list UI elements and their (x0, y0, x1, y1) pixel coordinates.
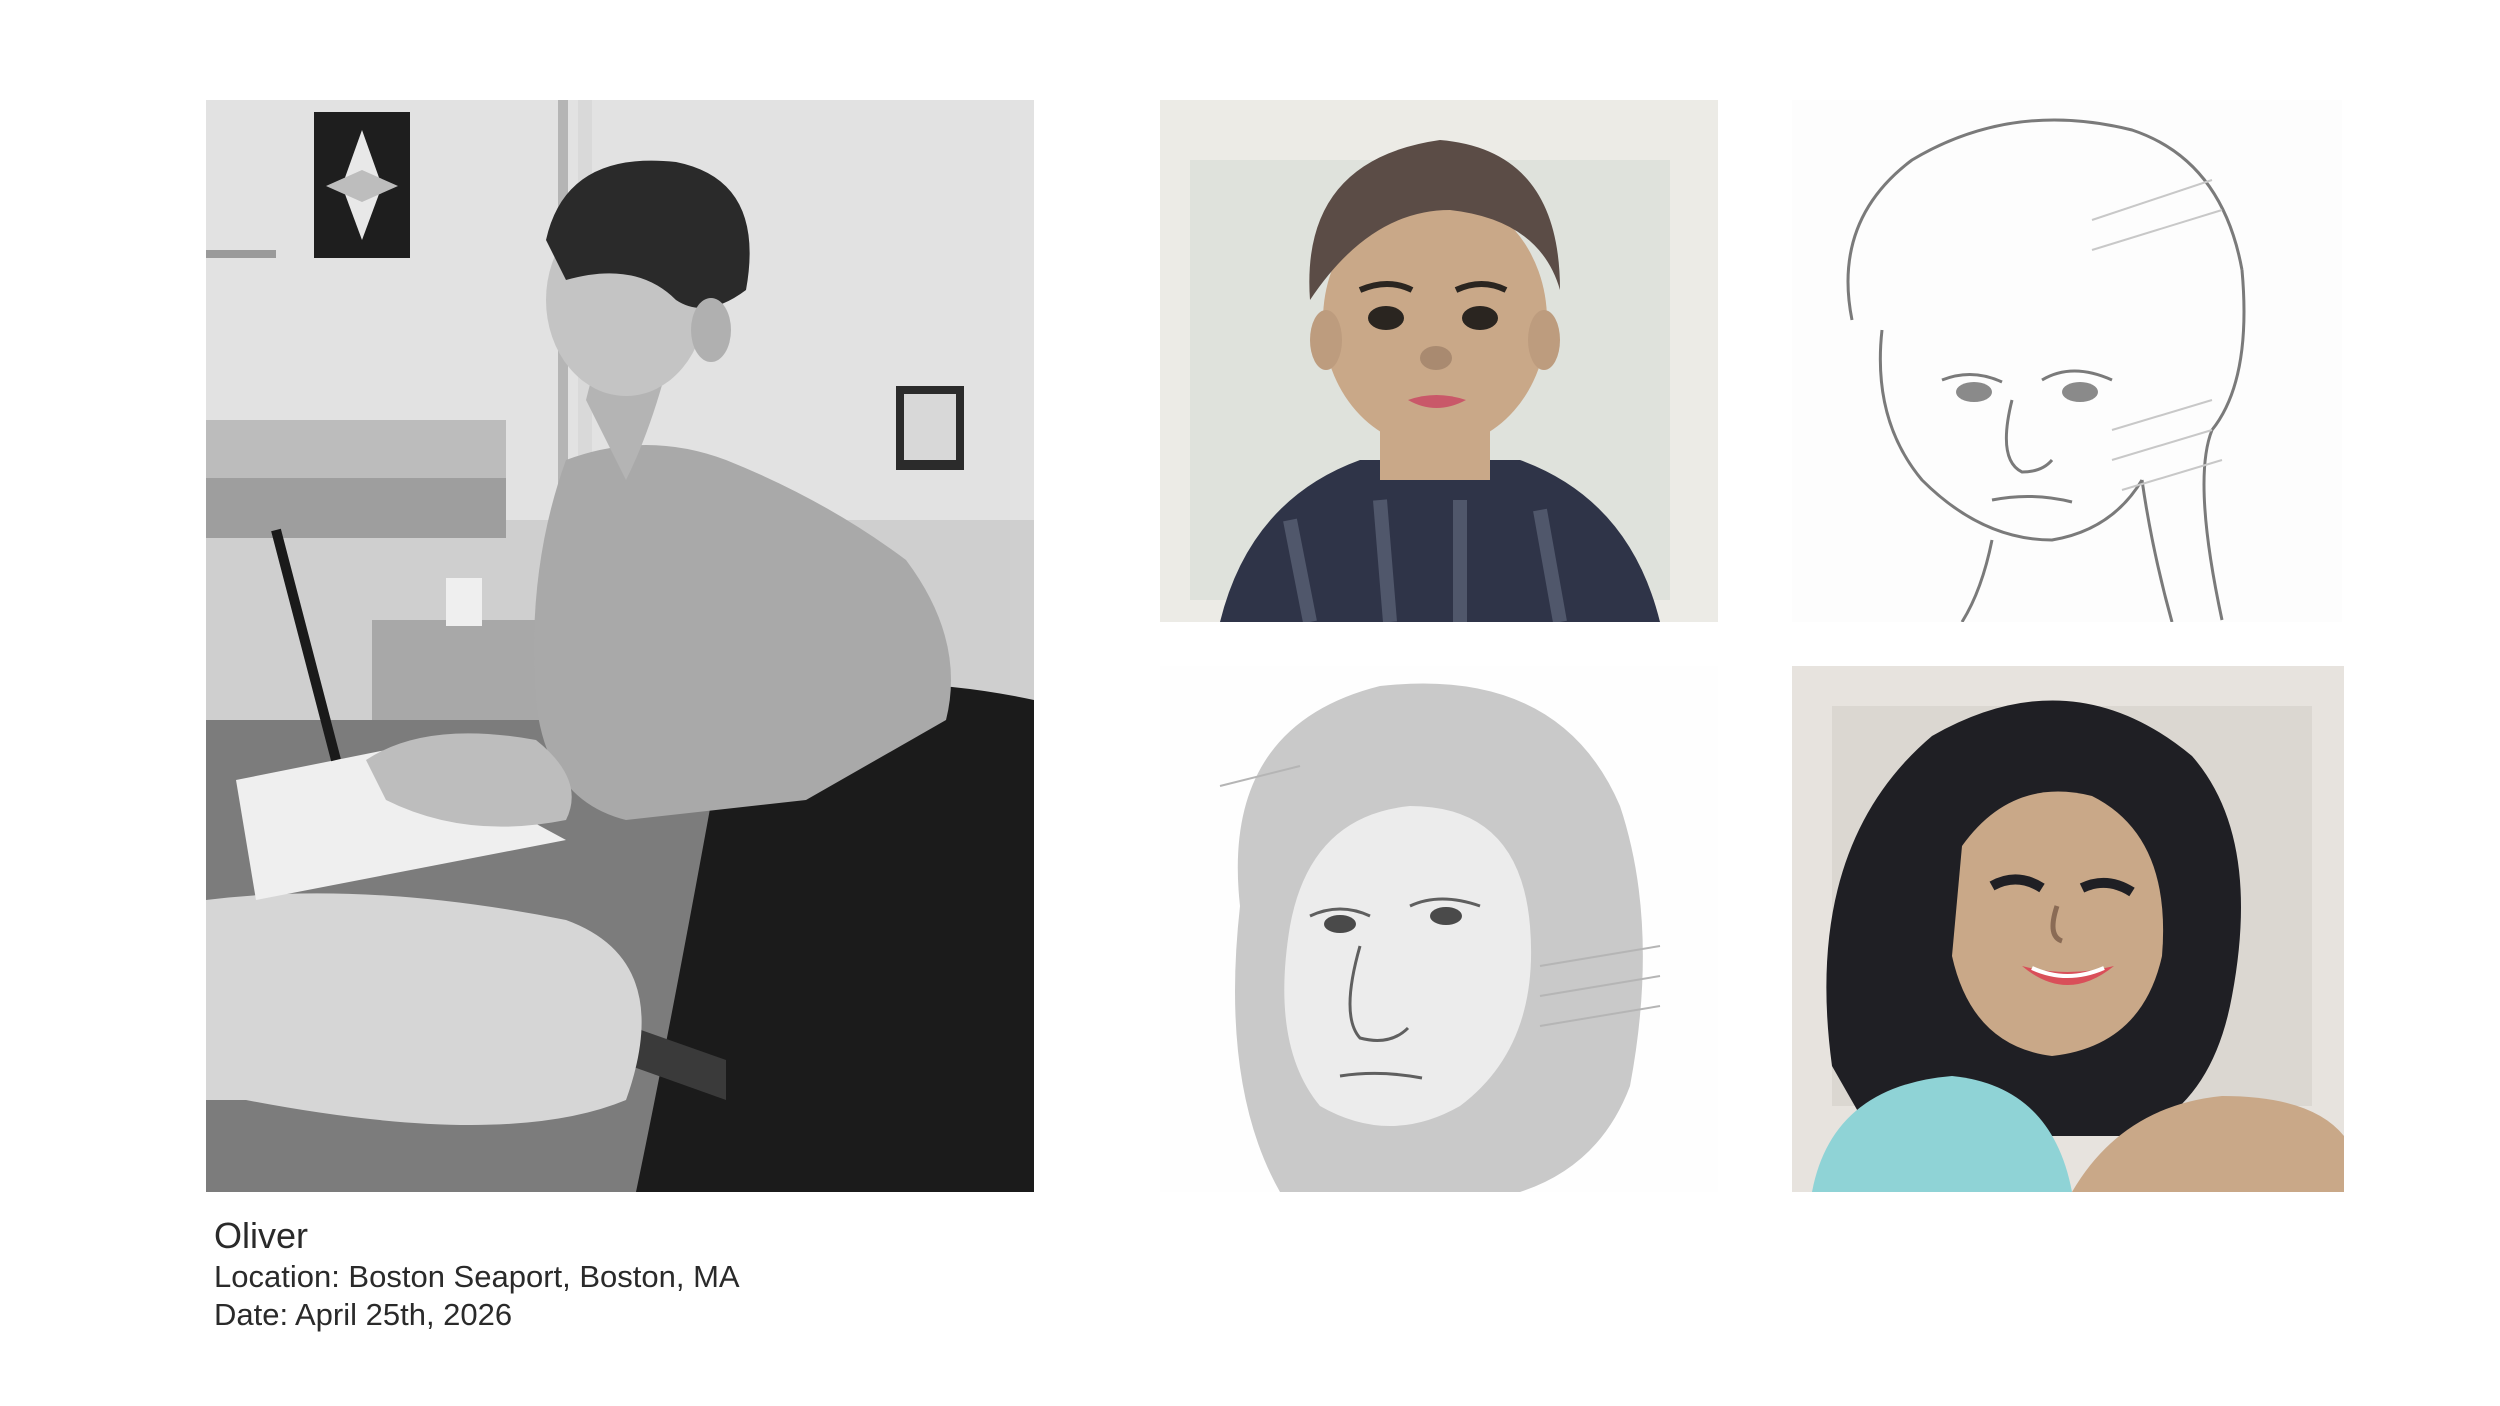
portrait-marker-boy (1160, 100, 1718, 622)
date-text: Date: April 25th, 2026 (214, 1297, 513, 1332)
photo-caption: Oliver Location: Boston Seaport, Boston,… (214, 1214, 1114, 1334)
artist-photo (206, 100, 1034, 1192)
portrait-marker-woman (1792, 666, 2344, 1192)
location-text: Location: Boston Seaport, Boston, MA (214, 1259, 740, 1294)
portrait-pencil-woman (1160, 666, 1718, 1192)
portrait-pencil-man (1792, 100, 2342, 622)
artist-name: Oliver (214, 1215, 309, 1256)
